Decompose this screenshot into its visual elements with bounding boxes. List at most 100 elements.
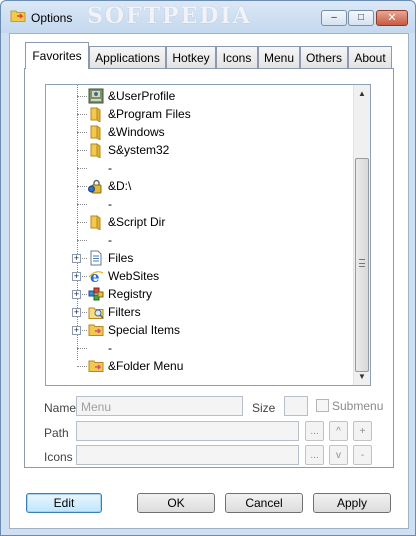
submenu-checkbox[interactable] (316, 399, 329, 412)
tree-connector (77, 150, 87, 151)
maximize-button[interactable]: □ (348, 10, 374, 26)
close-button[interactable]: ✕ (376, 10, 408, 26)
browse-icon-button[interactable]: ... (305, 445, 324, 465)
move-down-button[interactable]: v (329, 445, 348, 465)
plus-icon: + (359, 425, 366, 437)
ellipsis-icon: ... (310, 449, 319, 461)
tree-item[interactable]: + e WebSites (46, 267, 354, 285)
tree-connector (82, 258, 87, 259)
tree-connector (82, 312, 87, 313)
tree-connector (77, 222, 87, 223)
tree-item-label: WebSites (108, 269, 160, 283)
tree-item[interactable]: &Program Files (46, 105, 354, 123)
expand-icon[interactable]: + (72, 272, 81, 281)
app-folder-icon (10, 10, 26, 22)
svg-text:e: e (90, 268, 100, 284)
tab-label: Others (305, 50, 342, 65)
minus-icon: - (360, 449, 365, 461)
tree-item-label: - (108, 197, 112, 211)
tree-connector (82, 276, 87, 277)
folder-icon (90, 143, 101, 158)
tab-label: Icons (222, 50, 252, 65)
maximize-icon: □ (357, 12, 365, 23)
tree-item[interactable]: + Registry (46, 285, 354, 303)
tree-connector (82, 294, 87, 295)
tree-item-label: - (108, 341, 112, 355)
tab-hotkey[interactable]: Hotkey (166, 46, 216, 68)
move-up-button[interactable]: ^ (329, 421, 348, 441)
expand-icon[interactable]: + (72, 308, 81, 317)
tree-item[interactable]: &Folder Menu (46, 357, 354, 375)
tab-label: Hotkey (172, 50, 210, 65)
tree-connector (77, 240, 87, 241)
tree-item[interactable]: + Special Items (46, 321, 354, 339)
minimize-button[interactable]: – (321, 10, 347, 26)
path-field[interactable] (76, 421, 299, 441)
edit-button[interactable]: Edit (26, 493, 102, 513)
close-icon: ✕ (387, 11, 397, 24)
tree-item[interactable]: &Windows (46, 123, 354, 141)
tree-separator[interactable]: - (46, 195, 354, 213)
tree-connector (77, 366, 87, 367)
registry-icon (88, 287, 104, 301)
tree-item[interactable]: S&ystem32 (46, 141, 354, 159)
add-item-button[interactable]: + (353, 421, 372, 441)
scroll-thumb[interactable] (355, 158, 369, 372)
tab-icons[interactable]: Icons (216, 46, 258, 68)
ok-button[interactable]: OK (137, 493, 215, 513)
tree-item-label: S&ystem32 (108, 143, 170, 157)
icons-field[interactable] (76, 445, 299, 465)
icons-label: Icons (44, 450, 73, 464)
tab-others[interactable]: Others (300, 46, 348, 68)
tree-connector (77, 96, 87, 97)
tab-applications[interactable]: Applications (89, 46, 166, 68)
tab-label: Menu (263, 50, 295, 65)
tab-favorites[interactable]: Favorites (25, 42, 89, 69)
tree-item[interactable]: &Script Dir (46, 213, 354, 231)
tree-connector (77, 114, 87, 115)
tree-item[interactable]: + Filters (46, 303, 354, 321)
tree-item[interactable]: &UserProfile (46, 87, 354, 105)
tree-item-label: &Script Dir (108, 215, 166, 229)
scroll-down-button[interactable]: ▼ (354, 368, 370, 385)
tree-item-label: Filters (108, 305, 141, 319)
cancel-button[interactable]: Cancel (225, 493, 303, 513)
minimize-icon: – (331, 12, 337, 23)
tree-item-label: - (108, 233, 112, 247)
title-bar[interactable]: Options SOFTPEDIA – □ ✕ (1, 1, 415, 33)
tab-menu[interactable]: Menu (258, 46, 300, 68)
scroll-down-icon: ▼ (358, 372, 366, 381)
apply-button[interactable]: Apply (313, 493, 391, 513)
tree-separator[interactable]: - (46, 159, 354, 177)
remove-item-button[interactable]: - (353, 445, 372, 465)
tree-connector (77, 348, 87, 349)
down-arrow-icon: v (336, 449, 341, 461)
tree-separator[interactable]: - (46, 339, 354, 357)
tree-item-label: &Folder Menu (108, 359, 184, 373)
name-field[interactable]: Menu (76, 396, 243, 416)
size-field[interactable] (284, 396, 308, 416)
tree-item-label: - (108, 161, 112, 175)
tree-scrollbar[interactable]: ▲ ▼ (353, 85, 370, 385)
tree-item-label: Files (108, 251, 134, 265)
folder-menu-icon (88, 360, 104, 372)
tree-connector (77, 132, 87, 133)
tree-separator[interactable]: - (46, 231, 354, 249)
expand-icon[interactable]: + (72, 290, 81, 299)
tree-item-label: &Windows (108, 125, 165, 139)
tree-item[interactable]: &D:\ (46, 177, 354, 195)
browse-path-button[interactable]: ... (305, 421, 324, 441)
tree-item-label: Registry (108, 287, 153, 301)
submenu-label: Submenu (332, 399, 384, 413)
expand-icon[interactable]: + (72, 326, 81, 335)
favorites-tree[interactable]: &UserProfile &Program Files &Windows S&y… (45, 84, 371, 386)
tab-about[interactable]: About (348, 46, 392, 68)
scroll-up-button[interactable]: ▲ (354, 85, 370, 102)
expand-icon[interactable]: + (72, 254, 81, 263)
tree-connector (77, 186, 87, 187)
ok-button-label: OK (167, 496, 185, 510)
tree-item[interactable]: + Files (46, 249, 354, 267)
tree-item-label: Special Items (108, 323, 181, 337)
window-title: Options (31, 11, 73, 25)
drive-icon (88, 179, 102, 194)
